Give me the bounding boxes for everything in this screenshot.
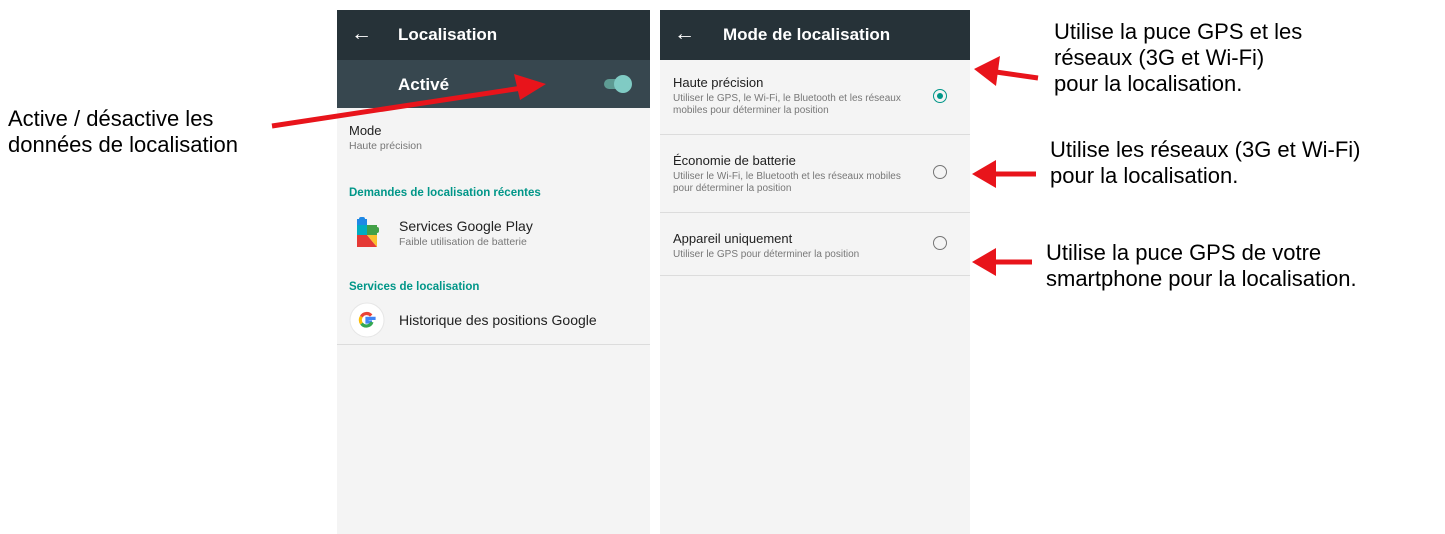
arrow-head-icon <box>972 248 996 276</box>
arrow-to-toggle <box>271 85 523 129</box>
arrow-head-icon <box>514 74 546 100</box>
arrow-to-high-precision <box>995 69 1039 81</box>
arrow-head-icon <box>972 160 996 188</box>
arrow-head-icon <box>974 56 1000 86</box>
annotation-arrows <box>271 56 1039 276</box>
